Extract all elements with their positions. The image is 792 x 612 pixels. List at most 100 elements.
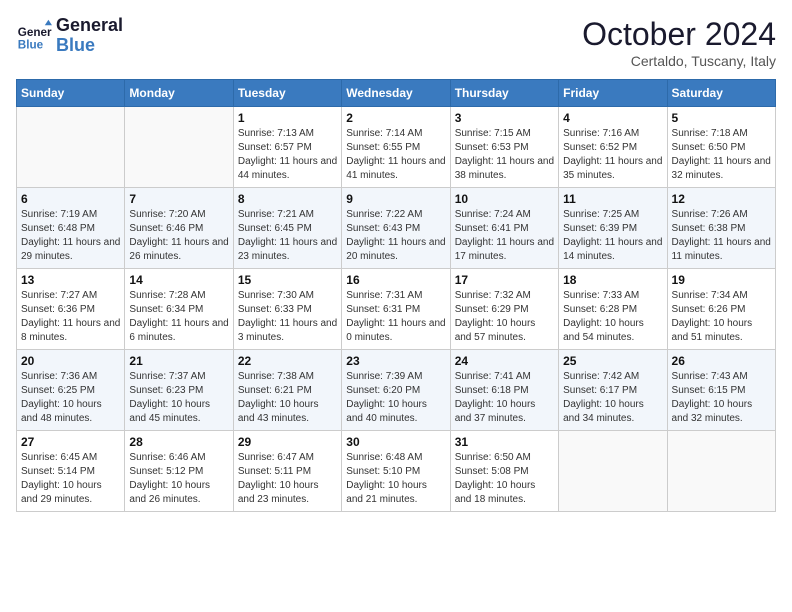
weekday-header: Saturday [667,80,775,107]
day-number: 16 [346,273,445,287]
calendar-cell [667,431,775,512]
calendar-cell: 17 Sunrise: 7:32 AM Sunset: 6:29 PM Dayli… [450,269,558,350]
day-detail: Sunrise: 7:39 AM Sunset: 6:20 PM Dayligh… [346,370,445,426]
day-number: 7 [129,192,228,206]
day-detail: Sunrise: 7:14 AM Sunset: 6:55 PM Dayligh… [346,127,445,183]
day-detail: Sunrise: 7:32 AM Sunset: 6:29 PM Dayligh… [455,289,554,345]
day-number: 19 [672,273,771,287]
calendar-cell: 20 Sunrise: 7:36 AM Sunset: 6:25 PM Dayli… [17,350,125,431]
day-number: 8 [238,192,337,206]
day-number: 27 [21,435,120,449]
day-number: 10 [455,192,554,206]
calendar-week-row: 1Sunrise: 7:13 AM Sunset: 6:57 PM Daylig… [17,107,776,188]
day-number: 23 [346,354,445,368]
calendar-cell: 24Sunrise: 7:41 AM Sunset: 6:18 PM Dayli… [450,350,558,431]
svg-text:Blue: Blue [18,38,44,51]
calendar-week-row: 27 Sunrise: 6:45 AM Sunset: 5:14 PM Dayli… [17,431,776,512]
calendar-cell: 23 Sunrise: 7:39 AM Sunset: 6:20 PM Dayli… [342,350,450,431]
day-detail: Sunrise: 7:13 AM Sunset: 6:57 PM Dayligh… [238,127,337,183]
day-detail: Sunrise: 7:15 AM Sunset: 6:53 PM Dayligh… [455,127,554,183]
logo-icon: General Blue [16,18,52,54]
svg-text:General: General [18,26,52,39]
calendar-cell: 11Sunrise: 7:25 AM Sunset: 6:39 PM Dayli… [559,188,667,269]
weekday-header: Tuesday [233,80,341,107]
calendar-cell: 27 Sunrise: 6:45 AM Sunset: 5:14 PM Dayli… [17,431,125,512]
weekday-header-row: SundayMondayTuesdayWednesdayThursdayFrid… [17,80,776,107]
calendar-cell: 9 Sunrise: 7:22 AM Sunset: 6:43 PM Daylig… [342,188,450,269]
calendar-cell: 10 Sunrise: 7:24 AM Sunset: 6:41 PM Dayli… [450,188,558,269]
weekday-header: Sunday [17,80,125,107]
day-number: 15 [238,273,337,287]
calendar-cell: 28 Sunrise: 6:46 AM Sunset: 5:12 PM Dayli… [125,431,233,512]
calendar-cell: 2 Sunrise: 7:14 AM Sunset: 6:55 PM Daylig… [342,107,450,188]
day-detail: Sunrise: 6:50 AM Sunset: 5:08 PM Dayligh… [455,451,554,507]
calendar-cell: 3 Sunrise: 7:15 AM Sunset: 6:53 PM Daylig… [450,107,558,188]
weekday-header: Wednesday [342,80,450,107]
day-number: 28 [129,435,228,449]
day-detail: Sunrise: 7:36 AM Sunset: 6:25 PM Dayligh… [21,370,120,426]
day-detail: Sunrise: 7:26 AM Sunset: 6:38 PM Dayligh… [672,208,771,264]
day-number: 25 [563,354,662,368]
day-number: 11 [563,192,662,206]
day-number: 3 [455,111,554,125]
day-detail: Sunrise: 7:42 AM Sunset: 6:17 PM Dayligh… [563,370,662,426]
day-number: 26 [672,354,771,368]
day-detail: Sunrise: 7:22 AM Sunset: 6:43 PM Dayligh… [346,208,445,264]
calendar-cell: 21 Sunrise: 7:37 AM Sunset: 6:23 PM Dayli… [125,350,233,431]
calendar-cell: 30Sunrise: 6:48 AM Sunset: 5:10 PM Dayli… [342,431,450,512]
day-detail: Sunrise: 6:48 AM Sunset: 5:10 PM Dayligh… [346,451,445,507]
day-detail: Sunrise: 7:37 AM Sunset: 6:23 PM Dayligh… [129,370,228,426]
day-number: 13 [21,273,120,287]
calendar-cell: 22 Sunrise: 7:38 AM Sunset: 6:21 PM Dayli… [233,350,341,431]
calendar-cell [125,107,233,188]
day-number: 22 [238,354,337,368]
month-title: October 2024 [582,16,776,53]
calendar-cell: 19 Sunrise: 7:34 AM Sunset: 6:26 PM Dayli… [667,269,775,350]
calendar-week-row: 13 Sunrise: 7:27 AM Sunset: 6:36 PM Dayli… [17,269,776,350]
day-number: 21 [129,354,228,368]
day-detail: Sunrise: 7:24 AM Sunset: 6:41 PM Dayligh… [455,208,554,264]
day-detail: Sunrise: 7:31 AM Sunset: 6:31 PM Dayligh… [346,289,445,345]
day-detail: Sunrise: 7:33 AM Sunset: 6:28 PM Dayligh… [563,289,662,345]
calendar-cell: 26 Sunrise: 7:43 AM Sunset: 6:15 PM Dayli… [667,350,775,431]
day-detail: Sunrise: 6:45 AM Sunset: 5:14 PM Dayligh… [21,451,120,507]
day-number: 2 [346,111,445,125]
day-detail: Sunrise: 7:18 AM Sunset: 6:50 PM Dayligh… [672,127,771,183]
calendar-body: 1Sunrise: 7:13 AM Sunset: 6:57 PM Daylig… [17,107,776,512]
weekday-header: Friday [559,80,667,107]
calendar-cell: 13 Sunrise: 7:27 AM Sunset: 6:36 PM Dayli… [17,269,125,350]
calendar-table: SundayMondayTuesdayWednesdayThursdayFrid… [16,79,776,512]
day-number: 9 [346,192,445,206]
day-number: 29 [238,435,337,449]
day-detail: Sunrise: 7:30 AM Sunset: 6:33 PM Dayligh… [238,289,337,345]
logo-blue: Blue [56,36,123,56]
day-number: 31 [455,435,554,449]
day-detail: Sunrise: 7:34 AM Sunset: 6:26 PM Dayligh… [672,289,771,345]
calendar-cell: 31 Sunrise: 6:50 AM Sunset: 5:08 PM Dayli… [450,431,558,512]
day-detail: Sunrise: 7:16 AM Sunset: 6:52 PM Dayligh… [563,127,662,183]
location: Certaldo, Tuscany, Italy [582,53,776,69]
day-detail: Sunrise: 7:38 AM Sunset: 6:21 PM Dayligh… [238,370,337,426]
weekday-header: Monday [125,80,233,107]
weekday-header: Thursday [450,80,558,107]
day-detail: Sunrise: 7:27 AM Sunset: 6:36 PM Dayligh… [21,289,120,345]
day-number: 5 [672,111,771,125]
day-number: 20 [21,354,120,368]
day-detail: Sunrise: 6:46 AM Sunset: 5:12 PM Dayligh… [129,451,228,507]
calendar-cell [17,107,125,188]
day-number: 14 [129,273,228,287]
day-detail: Sunrise: 7:28 AM Sunset: 6:34 PM Dayligh… [129,289,228,345]
calendar-cell: 14 Sunrise: 7:28 AM Sunset: 6:34 PM Dayli… [125,269,233,350]
day-number: 12 [672,192,771,206]
day-number: 17 [455,273,554,287]
day-detail: Sunrise: 7:21 AM Sunset: 6:45 PM Dayligh… [238,208,337,264]
logo: General Blue General Blue [16,16,123,56]
calendar-cell: 7Sunrise: 7:20 AM Sunset: 6:46 PM Daylig… [125,188,233,269]
calendar-cell [559,431,667,512]
calendar-cell: 12 Sunrise: 7:26 AM Sunset: 6:38 PM Dayli… [667,188,775,269]
title-block: October 2024 Certaldo, Tuscany, Italy [582,16,776,69]
calendar-cell: 29Sunrise: 6:47 AM Sunset: 5:11 PM Dayli… [233,431,341,512]
calendar-cell: 1Sunrise: 7:13 AM Sunset: 6:57 PM Daylig… [233,107,341,188]
day-detail: Sunrise: 7:43 AM Sunset: 6:15 PM Dayligh… [672,370,771,426]
calendar-cell: 25 Sunrise: 7:42 AM Sunset: 6:17 PM Dayli… [559,350,667,431]
